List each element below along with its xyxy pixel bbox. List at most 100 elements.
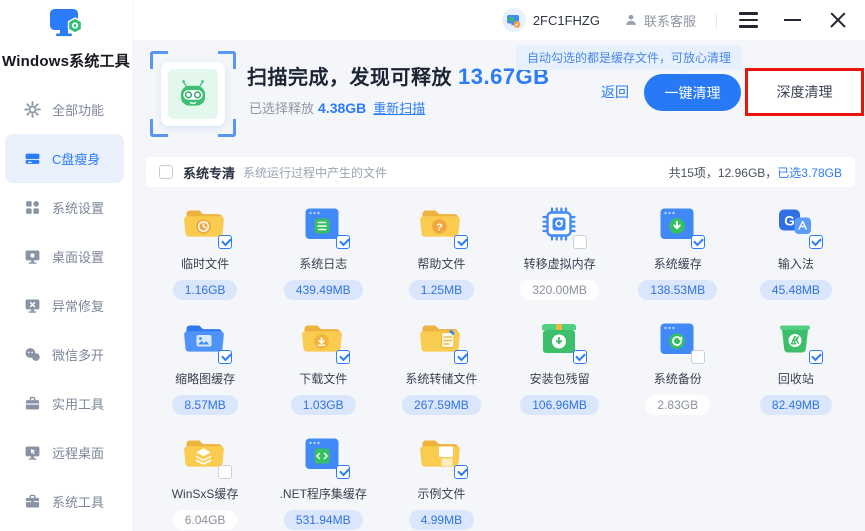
selected-summary-size: 已选3.78GB	[777, 166, 842, 180]
clean-item[interactable]: 系统转储文件267.59MB	[382, 317, 500, 415]
back-link[interactable]: 返回	[601, 82, 629, 102]
app-window: Windows系统工具 全部功能 C盘瘦身系统设置桌面设置异常修复微信多开实用工具…	[0, 0, 865, 531]
clean-item-size-badge: 1.25MB	[409, 280, 474, 300]
sidebar-item-error-repair[interactable]: 异常修复	[5, 281, 124, 330]
item-checkbox-unchecked[interactable]	[691, 350, 705, 364]
clean-item[interactable]: 转移虚拟内存320.00MB	[500, 202, 618, 300]
item-checkbox-checked[interactable]	[809, 350, 823, 364]
topbar: 2FC1FHZG 联系客服	[133, 0, 865, 40]
window-code-icon	[300, 432, 346, 476]
item-checkbox-checked[interactable]	[336, 465, 350, 479]
auto-select-tooltip: 自动勾选的都是缓存文件，可放心清理	[516, 45, 742, 70]
folder-image-icon	[182, 317, 228, 361]
clean-item[interactable]: 系统日志 439.49MB	[264, 202, 382, 300]
item-checkbox-checked[interactable]	[573, 350, 587, 364]
selected-release-line: 已选择释放4.38GB重新扫描	[249, 98, 425, 117]
clean-item[interactable]: .NET程序集缓存531.94MB	[264, 432, 382, 530]
clean-item-size-badge: 439.49MB	[284, 280, 363, 300]
folder-question-icon: ?	[418, 202, 464, 246]
item-checkbox-checked[interactable]	[454, 235, 468, 249]
clean-item[interactable]: G输入法45.48MB	[737, 202, 855, 300]
close-icon[interactable]	[829, 11, 847, 29]
clean-item-name: 系统日志	[299, 255, 347, 272]
one-click-clean-button[interactable]: 一键清理	[644, 74, 741, 111]
item-checkbox-checked[interactable]	[454, 350, 468, 364]
robot-icon	[174, 76, 212, 112]
sidebar-item-wechat-multi[interactable]: 微信多开	[5, 330, 124, 379]
clean-item-size-badge: 82.49MB	[760, 395, 832, 415]
folder-sample-icon	[418, 432, 464, 476]
toolbox-icon	[24, 395, 41, 412]
item-checkbox-checked[interactable]	[218, 235, 232, 249]
sidebar-item-remote-desktop[interactable]: 远程桌面	[5, 428, 124, 477]
sidebar-item-label: 异常修复	[52, 296, 104, 315]
clean-item-name: 系统转储文件	[405, 370, 477, 387]
section-summary: 共15项，12.96GB，已选3.78GB	[669, 164, 842, 181]
window-refresh-icon	[655, 317, 701, 361]
clean-item-size-badge: 45.48MB	[760, 280, 832, 300]
license-code-badge[interactable]: 2FC1FHZG	[502, 8, 600, 32]
sidebar-item-desktop-settings[interactable]: 桌面设置	[5, 232, 124, 281]
item-checkbox-checked[interactable]	[336, 350, 350, 364]
recycle-bin-icon	[773, 317, 819, 361]
clean-item[interactable]: 回收站 82.49MB	[737, 317, 855, 415]
clean-item-size-badge: 1.03GB	[291, 395, 356, 415]
clean-item-size-badge: 138.53MB	[638, 280, 717, 300]
repair-monitor-icon	[24, 297, 41, 314]
sidebar-item-utility-tools[interactable]: 实用工具	[5, 379, 124, 428]
scan-complete-title: 扫描完成，发现可释放13.67GB	[247, 61, 550, 90]
item-checkbox-checked[interactable]	[336, 235, 350, 249]
clean-item-name: 安装包残留	[530, 370, 590, 387]
sidebar-item-system-settings[interactable]: 系统设置	[5, 183, 124, 232]
item-checkbox-checked[interactable]	[454, 465, 468, 479]
clean-item-name: 系统备份	[654, 370, 702, 387]
clean-items-grid: 临时文件1.16GB 系统日志 439.49MB ?帮助文件1.25MB转移虚拟内存3…	[146, 202, 855, 530]
deep-clean-button[interactable]: 深度清理	[777, 82, 833, 102]
item-checkbox-checked[interactable]	[218, 350, 232, 364]
contact-support-button[interactable]: 联系客服	[624, 11, 696, 30]
sidebar-item-system-tools[interactable]: 系统工具	[5, 477, 124, 526]
clean-item[interactable]: 下载文件1.03GB	[264, 317, 382, 415]
sidebar-item-label: 桌面设置	[52, 247, 104, 266]
desktop-monitor-icon	[24, 248, 41, 265]
grid-squares-icon	[24, 199, 41, 216]
item-checkbox-checked[interactable]	[809, 235, 823, 249]
sidebar-item-c-drive-slim[interactable]: C盘瘦身	[5, 134, 124, 183]
minimize-icon[interactable]	[784, 19, 801, 21]
clean-item[interactable]: 临时文件1.16GB	[146, 202, 264, 300]
package-box-icon	[537, 317, 583, 361]
sidebar-item-all-features[interactable]: 全部功能	[5, 85, 124, 134]
item-checkbox-unchecked[interactable]	[218, 465, 232, 479]
svg-text:G: G	[784, 214, 795, 229]
wechat-bubbles-icon	[24, 346, 41, 363]
clean-item[interactable]: ?帮助文件1.25MB	[382, 202, 500, 300]
clean-item-size-badge: 4.99MB	[409, 510, 474, 530]
clean-item[interactable]: WinSxS缓存 6.04GB	[146, 432, 264, 530]
rescan-link[interactable]: 重新扫描	[373, 101, 425, 116]
clean-item-name: WinSxS缓存	[172, 485, 239, 502]
clean-item[interactable]: 示例文件4.99MB	[382, 432, 500, 530]
select-all-checkbox[interactable]	[159, 165, 173, 179]
clean-item-name: 回收站	[778, 370, 814, 387]
sidebar-item-label: 实用工具	[52, 394, 104, 413]
sidebar-item-label: 远程桌面	[52, 443, 104, 462]
app-logo: Windows系统工具	[0, 0, 132, 71]
app-logo-icon	[45, 7, 87, 44]
sidebar: Windows系统工具 全部功能 C盘瘦身系统设置桌面设置异常修复微信多开实用工具…	[0, 0, 133, 531]
app-mini-logo-icon	[502, 8, 526, 32]
sidebar-item-label: 系统工具	[52, 492, 104, 511]
item-checkbox-checked[interactable]	[691, 235, 705, 249]
clean-item-name: 系统缓存	[654, 255, 702, 272]
folder-download-icon	[300, 317, 346, 361]
clean-item[interactable]: 缩略图缓存8.57MB	[146, 317, 264, 415]
clean-item-name: 缩略图缓存	[175, 370, 235, 387]
sidebar-item-label: 全部功能	[52, 100, 104, 119]
item-checkbox-unchecked[interactable]	[573, 235, 587, 249]
menu-icon[interactable]	[739, 12, 758, 27]
svg-text:?: ?	[437, 222, 443, 234]
window-list-icon	[300, 202, 346, 246]
clean-item[interactable]: 安装包残留106.96MB	[500, 317, 618, 415]
clean-item[interactable]: 系统缓存 138.53MB	[619, 202, 737, 300]
clean-item-size-badge: 6.04GB	[173, 510, 238, 530]
clean-item[interactable]: 系统备份2.83GB	[619, 317, 737, 415]
